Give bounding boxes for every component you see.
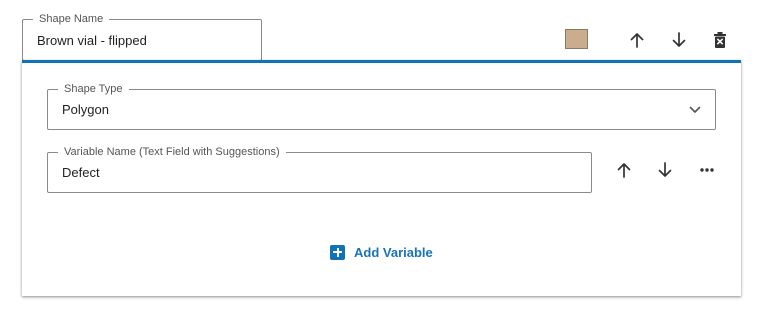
shape-name-legend: Shape Name: [33, 12, 110, 26]
move-variable-down-button[interactable]: [653, 158, 677, 182]
add-variable-label: Add Variable: [354, 244, 433, 260]
delete-icon: [714, 32, 726, 48]
plus-icon: [330, 244, 345, 260]
arrow-up-icon: [617, 163, 631, 178]
variable-name-value[interactable]: Defect: [62, 165, 100, 180]
chevron-down-icon[interactable]: [689, 105, 701, 115]
shape-type-legend: Shape Type: [58, 82, 129, 96]
add-variable-button[interactable]: Add Variable: [330, 243, 433, 261]
shape-type-value: Polygon: [62, 102, 109, 117]
move-shape-up-button[interactable]: [625, 28, 649, 52]
variables-card: Shape Type Polygon Variable Name (Text F…: [22, 60, 741, 296]
shape-name-value[interactable]: Brown vial - flipped: [37, 33, 147, 48]
shape-type-select[interactable]: Shape Type Polygon: [47, 82, 716, 130]
delete-shape-button[interactable]: [708, 28, 732, 52]
variable-name-field[interactable]: Variable Name (Text Field with Suggestio…: [47, 145, 592, 193]
move-variable-up-button[interactable]: [612, 158, 636, 182]
arrow-up-icon: [630, 33, 644, 48]
variable-name-legend: Variable Name (Text Field with Suggestio…: [58, 145, 286, 159]
shape-name-field[interactable]: Shape Name Brown vial - flipped: [22, 12, 262, 61]
arrow-down-icon: [658, 162, 672, 177]
more-icon: [700, 168, 714, 172]
variable-more-options-button[interactable]: [695, 158, 719, 182]
arrow-down-icon: [672, 32, 686, 47]
shape-color-swatch[interactable]: [565, 29, 588, 49]
move-shape-down-button[interactable]: [667, 28, 691, 52]
